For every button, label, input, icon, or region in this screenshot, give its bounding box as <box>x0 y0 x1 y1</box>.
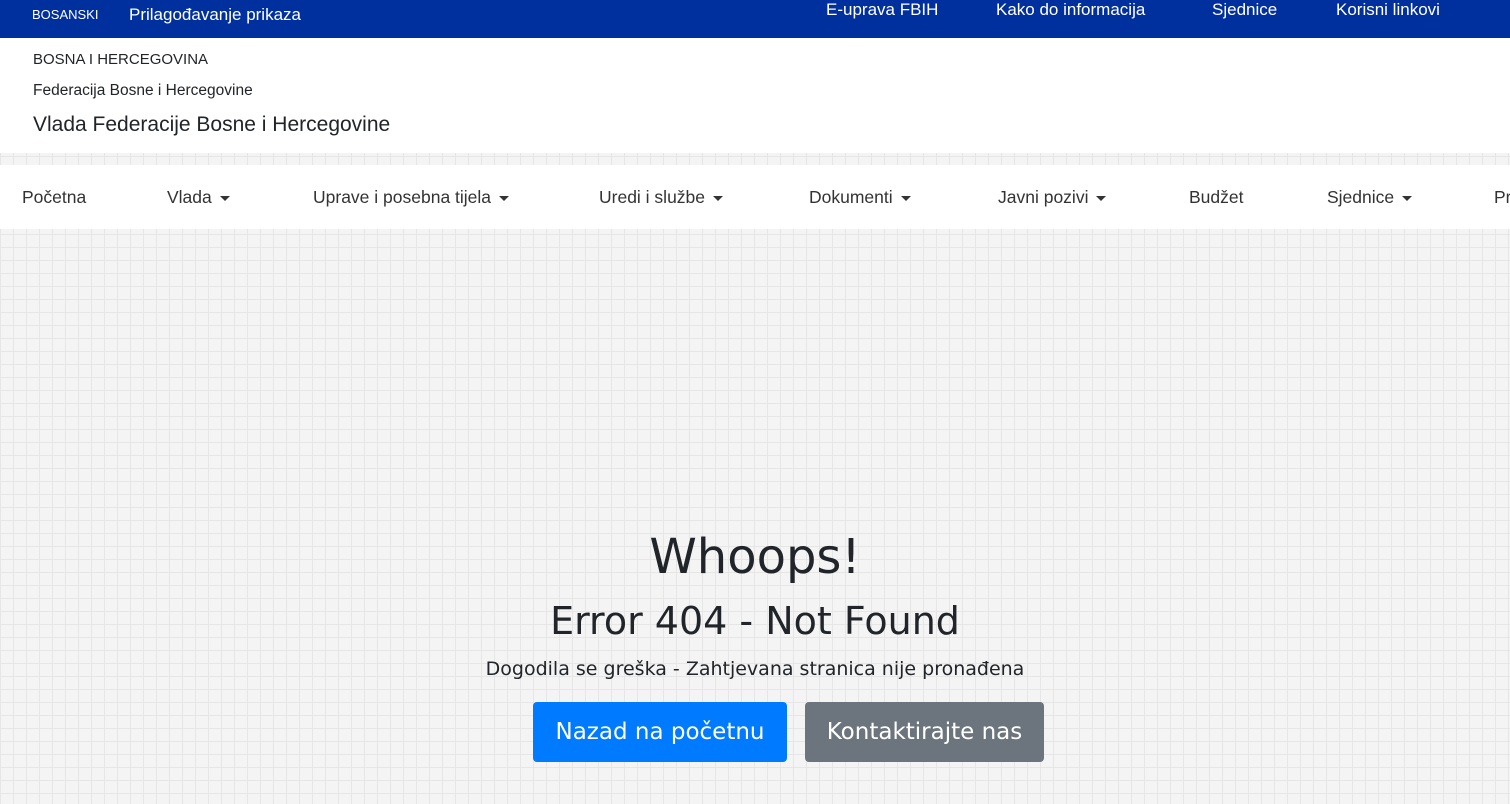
top-link-sjednice[interactable]: Sjednice <box>1212 0 1277 20</box>
nav-item-label: Budžet <box>1189 187 1244 207</box>
caret-down-icon <box>713 195 724 201</box>
nav-item-pocetna[interactable]: Početna <box>22 165 86 229</box>
nav-item-label: Uprave i posebna tijela <box>313 187 492 207</box>
nav-item-label: Javni pozivi <box>998 187 1089 207</box>
caret-down-icon <box>900 195 911 201</box>
caret-down-icon <box>499 195 510 201</box>
error-code: Error 404 - Not Found <box>550 599 960 643</box>
nav-item-label: Vlada <box>167 187 212 207</box>
nav-item-budzet[interactable]: Budžet <box>1189 165 1243 229</box>
nav-item-truncated[interactable]: Pr <box>1494 165 1510 229</box>
error-message: Dogodila se greška - Zahtjevana stranica… <box>485 658 1025 680</box>
nav-item-uprave[interactable]: Uprave i posebna tijela <box>313 165 510 229</box>
nav-item-vlada[interactable]: Vlada <box>167 165 230 229</box>
caret-down-icon <box>1096 195 1107 201</box>
contact-button[interactable]: Kontaktirajte nas <box>805 702 1044 762</box>
nav-item-sjednice[interactable]: Sjednice <box>1327 165 1413 229</box>
site-header: BOSNA I HERCEGOVINA Federacija Bosne i H… <box>0 38 1510 153</box>
back-home-button[interactable]: Nazad na početnu <box>533 702 787 762</box>
display-adjust-link[interactable]: Prilagođavanje prikaza <box>129 0 301 30</box>
header-government-title[interactable]: Vlada Federacije Bosne i Hercegovine <box>33 113 390 137</box>
nav-item-javni-pozivi[interactable]: Javni pozivi <box>998 165 1107 229</box>
language-selector[interactable]: BOSANSKI <box>32 0 98 30</box>
nav-item-label: Pr <box>1494 187 1510 207</box>
nav-item-uredi[interactable]: Uredi i službe <box>599 165 724 229</box>
header-entity: Federacija Bosne i Hercegovine <box>33 82 253 99</box>
nav-item-label: Sjednice <box>1327 187 1395 207</box>
caret-down-icon <box>219 195 230 201</box>
top-link-e-uprava[interactable]: E-uprava FBIH <box>826 0 938 20</box>
nav-item-label: Početna <box>22 187 87 207</box>
top-bar: BOSANSKI Prilagođavanje prikaza E-uprava… <box>0 0 1510 38</box>
header-country: BOSNA I HERCEGOVINA <box>33 51 209 68</box>
nav-item-label: Dokumenti <box>809 187 893 207</box>
error-title: Whoops! <box>649 529 861 585</box>
nav-item-label: Uredi i službe <box>599 187 706 207</box>
main-nav: Početna Vlada Uprave i posebna tijela Ur… <box>0 165 1510 229</box>
top-link-korisni-linkovi[interactable]: Korisni linkovi <box>1336 0 1440 20</box>
caret-down-icon <box>1402 195 1413 201</box>
nav-item-dokumenti[interactable]: Dokumenti <box>809 165 911 229</box>
top-link-kako-do-informacija[interactable]: Kako do informacija <box>996 0 1145 20</box>
